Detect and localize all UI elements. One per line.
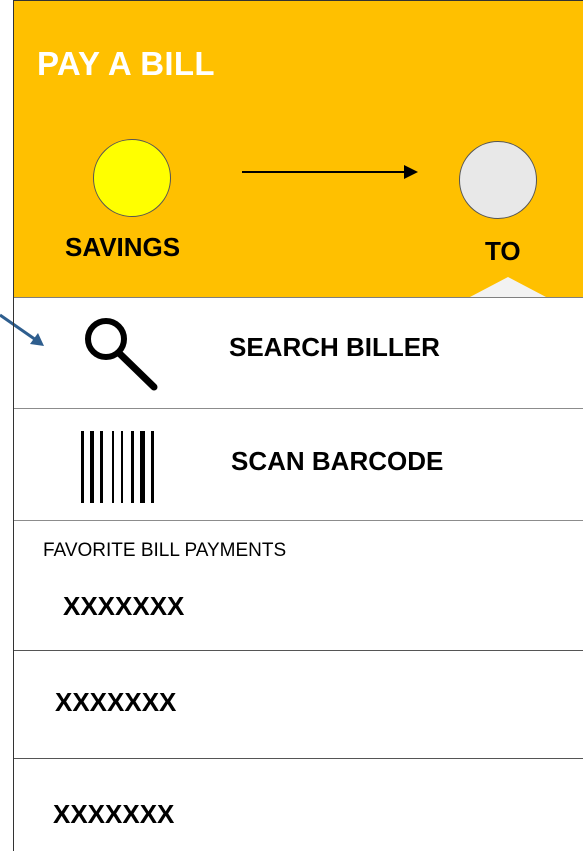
page-title: PAY A BILL (37, 45, 215, 82)
transfer-arrow-icon (242, 171, 406, 173)
selection-caret-icon (470, 277, 546, 297)
transfer-arrowhead-icon (404, 165, 418, 179)
favorite-bill-item[interactable]: XXXXXXX (14, 759, 583, 852)
search-biller-button[interactable]: SEARCH BILLER (14, 297, 583, 409)
from-account-circle[interactable] (93, 139, 171, 217)
scan-barcode-label: SCAN BARCODE (231, 446, 444, 476)
pay-bill-header: PAY A BILL SAVINGS TO (14, 1, 583, 298)
to-account-circle[interactable] (459, 141, 537, 219)
favorite-bill-item[interactable]: XXXXXXX (14, 651, 583, 759)
favorite-bill-name: XXXXXXX (55, 687, 177, 717)
search-biller-label: SEARCH BILLER (229, 332, 440, 362)
search-icon (80, 311, 166, 395)
from-account-label: SAVINGS (65, 232, 181, 262)
scan-barcode-button[interactable]: SCAN BARCODE (14, 409, 583, 521)
app-screen: PAY A BILL SAVINGS TO SEARCH BILLER SCAN… (13, 0, 583, 851)
favorite-bill-item[interactable]: XXXXXXX (14, 571, 583, 651)
favorites-heading: FAVORITE BILL PAYMENTS (43, 540, 287, 561)
to-account-label: TO (485, 236, 521, 266)
barcode-icon (65, 417, 181, 517)
favorite-bill-name: XXXXXXX (63, 591, 185, 621)
favorite-bill-name: XXXXXXX (53, 799, 175, 829)
